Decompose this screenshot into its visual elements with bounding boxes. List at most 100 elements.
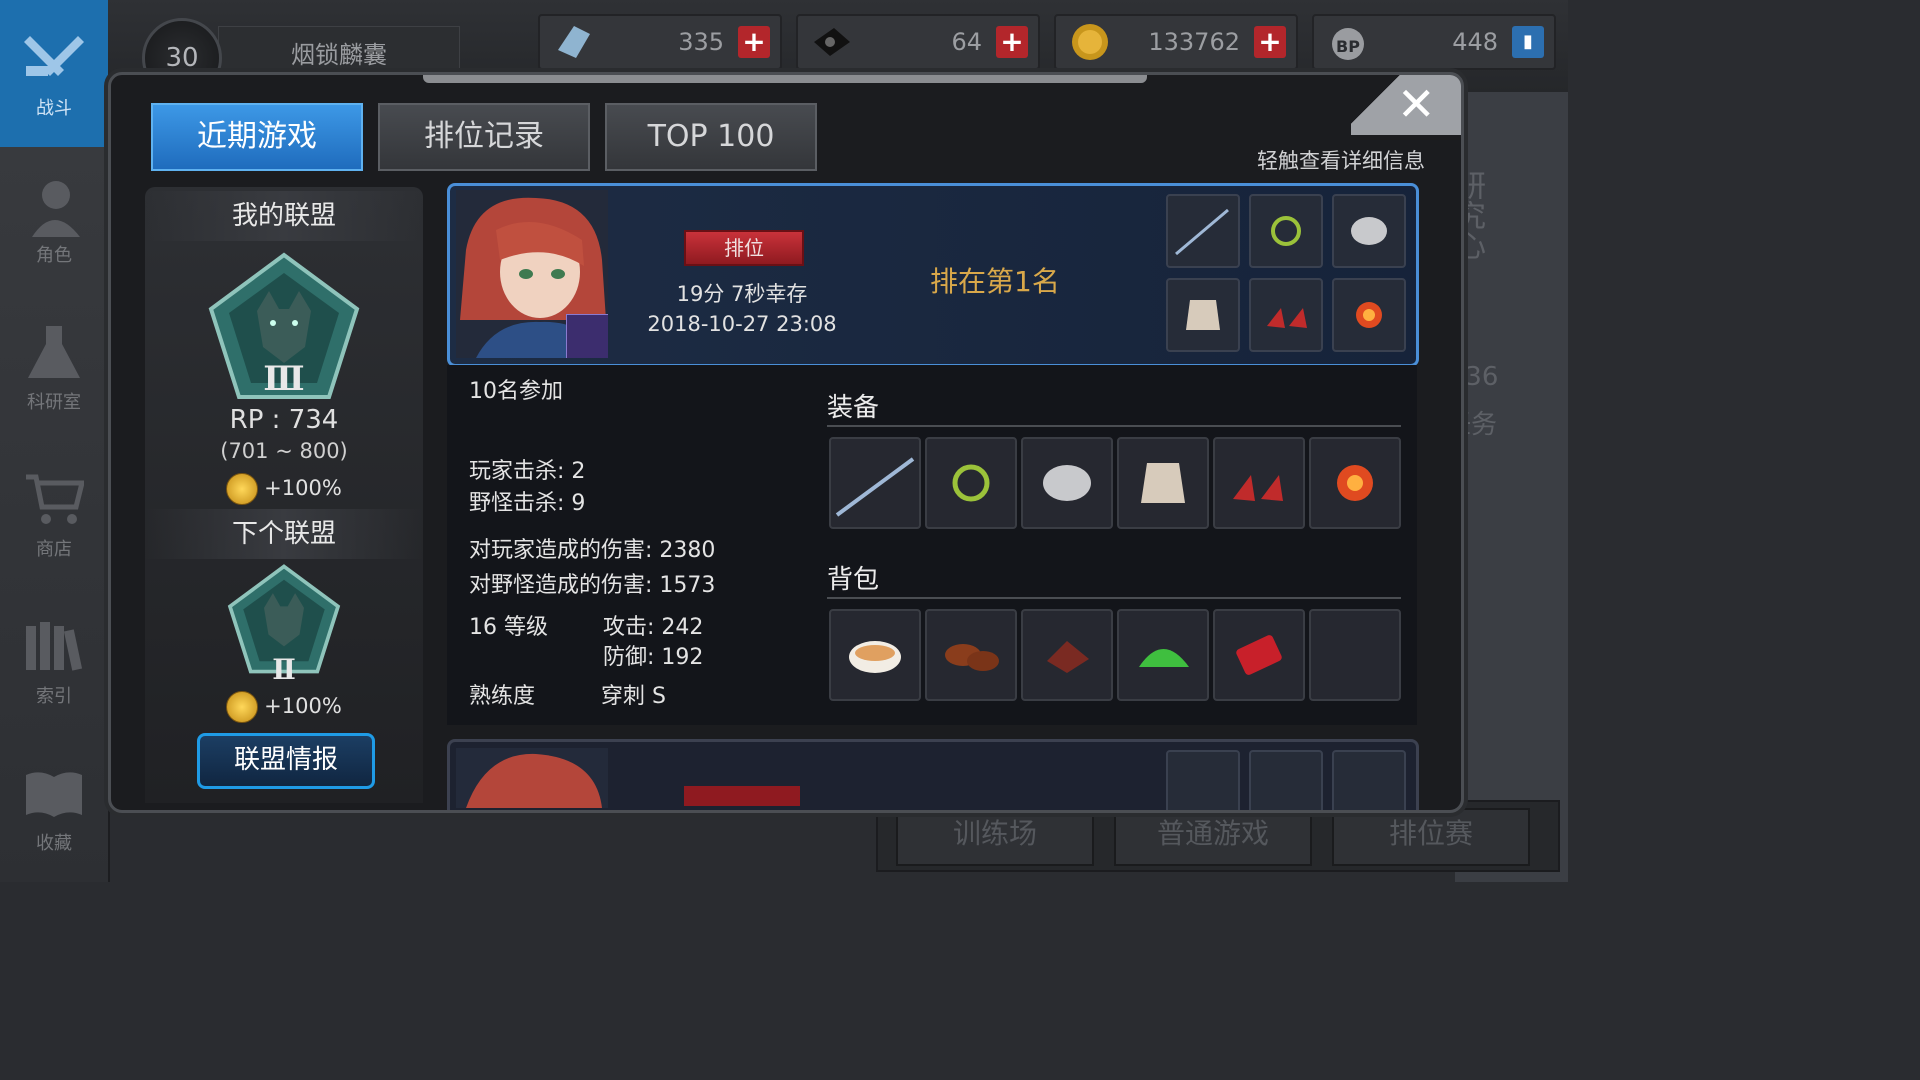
laurel-wreath-icon bbox=[1249, 194, 1323, 268]
red-heels-icon[interactable] bbox=[1213, 437, 1305, 529]
fire-orb-icon[interactable] bbox=[1309, 437, 1401, 529]
armor-icon[interactable] bbox=[1117, 437, 1209, 529]
nav-shop[interactable]: 商店 bbox=[0, 441, 108, 588]
spear-icon[interactable] bbox=[829, 437, 921, 529]
tap-hint: 轻触查看详细信息 bbox=[1257, 149, 1425, 173]
ranked-mode-button[interactable]: 排位赛 bbox=[1332, 808, 1530, 866]
bp-paw-icon: BP bbox=[1332, 28, 1364, 60]
final-level: 16 等级 bbox=[469, 615, 548, 640]
blood-pack-icon[interactable] bbox=[1213, 609, 1305, 701]
bag-title: 背包 bbox=[827, 565, 880, 595]
nav-collection[interactable]: 收藏 bbox=[0, 735, 108, 882]
character-portrait-image bbox=[456, 748, 608, 808]
bonus-value: +100% bbox=[264, 694, 342, 718]
next-alliance-title: 下个联盟 bbox=[145, 509, 423, 559]
nav-label: 角色 bbox=[36, 245, 72, 266]
mode-label: 训练场 bbox=[952, 817, 1037, 850]
meat-icon[interactable] bbox=[1021, 609, 1113, 701]
tab-top-100[interactable]: TOP 100 bbox=[605, 103, 817, 171]
player-name-box: 烟锁麟囊 bbox=[218, 26, 460, 72]
next-bonus: +100% bbox=[145, 691, 423, 723]
laurel-wreath-icon[interactable] bbox=[925, 437, 1017, 529]
spear-icon bbox=[1166, 750, 1240, 810]
equipment-title: 装备 bbox=[827, 393, 880, 423]
nav-character[interactable]: 角色 bbox=[0, 147, 108, 294]
match-history-modal: ✕ 近期游戏 排位记录 TOP 100 轻触查看详细信息 我的联盟 Ⅲ RP :… bbox=[108, 72, 1464, 813]
nav-label: 商店 bbox=[36, 539, 72, 560]
nav-index[interactable]: 索引 bbox=[0, 588, 108, 735]
match-date: 2018-10-27 23:08 bbox=[647, 312, 837, 336]
spear-icon bbox=[1166, 194, 1240, 268]
nav-label: 战斗 bbox=[36, 98, 72, 119]
gold-coin-icon bbox=[226, 473, 259, 505]
red-heels-icon bbox=[1249, 278, 1323, 352]
currency-value: 448 bbox=[1452, 28, 1498, 56]
match-record-card[interactable]: 排位 19分 7秒幸存 2018-10-27 23:08 排在第1名 bbox=[447, 183, 1419, 367]
add-crystal-button[interactable]: + bbox=[738, 26, 770, 58]
close-icon: ✕ bbox=[1397, 77, 1436, 131]
svg-text:BP: BP bbox=[1336, 37, 1360, 56]
gold-coin-icon bbox=[226, 691, 259, 723]
currency-value: 335 bbox=[678, 28, 724, 56]
damage-to-monsters: 对野怪造成的伤害: 1573 bbox=[469, 573, 716, 598]
nav-label: 收藏 bbox=[36, 833, 72, 854]
divider bbox=[827, 597, 1401, 599]
noodle-bowl-icon[interactable] bbox=[829, 609, 921, 701]
green-herb-icon[interactable] bbox=[1117, 609, 1209, 701]
silver-disc-icon[interactable] bbox=[1021, 437, 1113, 529]
player-name: 烟锁麟囊 bbox=[291, 41, 387, 69]
currency-value: 133762 bbox=[1148, 28, 1240, 56]
monster-kills: 野怪击杀: 9 bbox=[469, 491, 586, 516]
crystal-icon bbox=[558, 26, 590, 58]
participants: 10名参加 bbox=[469, 379, 563, 404]
tab-ranked-records[interactable]: 排位记录 bbox=[378, 103, 590, 171]
cookies-icon[interactable] bbox=[925, 609, 1017, 701]
tab-recent-games[interactable]: 近期游戏 bbox=[151, 103, 363, 171]
damage-to-players: 对玩家造成的伤害: 2380 bbox=[469, 538, 716, 563]
gold-coin-icon bbox=[1072, 24, 1108, 60]
normal-mode-button[interactable]: 普通游戏 bbox=[1114, 808, 1312, 866]
rp-value: RP : 734 bbox=[229, 405, 339, 435]
close-button[interactable]: ✕ bbox=[1351, 75, 1461, 135]
fire-orb-icon bbox=[1332, 278, 1406, 352]
empty-slot[interactable] bbox=[1309, 609, 1401, 701]
currency-disc: 64 + bbox=[796, 14, 1040, 70]
currency-bp: BP 448 ▮ bbox=[1312, 14, 1556, 70]
training-mode-button[interactable]: 训练场 bbox=[896, 808, 1094, 866]
character-icon bbox=[32, 181, 80, 237]
index-books-icon bbox=[26, 622, 83, 671]
armor-icon bbox=[1166, 278, 1240, 352]
my-alliance-title: 我的联盟 bbox=[145, 191, 423, 241]
collection-book-icon bbox=[26, 772, 82, 817]
add-gold-button[interactable]: + bbox=[1254, 26, 1286, 58]
defense-stat: 防御: 192 bbox=[603, 645, 704, 670]
shop-cart-icon bbox=[26, 474, 84, 524]
add-disc-button[interactable]: + bbox=[996, 26, 1028, 58]
character-portrait bbox=[456, 190, 608, 358]
alliance-panel: 我的联盟 Ⅲ RP : 734 (701 ~ 800) +100% 下个联盟 Ⅱ… bbox=[145, 187, 423, 803]
final-rank: 排在第1名 bbox=[930, 265, 1060, 298]
match-record-card[interactable] bbox=[447, 739, 1419, 810]
grenade-icon bbox=[1249, 750, 1323, 810]
my-tier-numeral: Ⅲ bbox=[263, 359, 305, 399]
alliance-info-button[interactable]: 联盟情报 bbox=[197, 733, 375, 789]
ranked-badge bbox=[684, 786, 800, 806]
mastery-value: 穿刺 S bbox=[601, 684, 666, 709]
bp-book-button[interactable]: ▮ bbox=[1512, 26, 1544, 58]
nav-lab[interactable]: 科研室 bbox=[0, 294, 108, 441]
currency-crystal: 335 + bbox=[538, 14, 782, 70]
mode-label: 排位赛 bbox=[1388, 817, 1473, 850]
divider bbox=[827, 425, 1401, 427]
match-detail-panel: 10名参加 玩家击杀: 2 野怪击杀: 9 对玩家造成的伤害: 2380 对野怪… bbox=[447, 365, 1417, 725]
attack-stat: 攻击: 242 bbox=[603, 615, 704, 640]
my-bonus: +100% bbox=[145, 473, 423, 505]
nav-battle[interactable]: 战斗 bbox=[0, 0, 108, 147]
nav-label: 科研室 bbox=[27, 392, 81, 413]
mode-label: 普通游戏 bbox=[1156, 817, 1269, 850]
silver-disc-icon bbox=[1332, 194, 1406, 268]
disc-icon bbox=[814, 28, 850, 56]
side-navigation: 战斗 角色 科研室 商店 索引 收藏 bbox=[0, 0, 110, 882]
currency-gold: 133762 + bbox=[1054, 14, 1298, 70]
player-badge[interactable]: 烟锁麟囊 30 bbox=[130, 8, 460, 98]
modal-handle bbox=[423, 75, 1147, 83]
